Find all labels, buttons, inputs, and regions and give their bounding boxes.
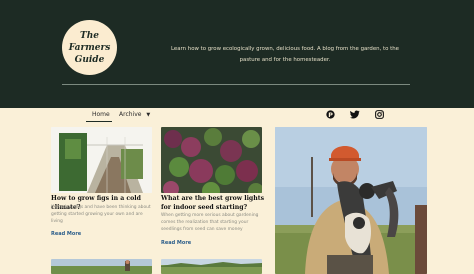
nav-archive[interactable]: Archive ▼: [119, 111, 150, 118]
twitter-icon[interactable]: [350, 110, 360, 121]
svg-text:P: P: [328, 112, 333, 119]
read-more-link[interactable]: Read More: [161, 240, 191, 246]
nav-active-underline: [86, 121, 112, 122]
logo-line-1: The Farmers: [68, 30, 111, 53]
chevron-down-icon: ▼: [146, 112, 151, 118]
post-image-grow-lights[interactable]: [161, 127, 262, 193]
logo-text: The Farmers Guide: [65, 30, 115, 66]
post-excerpt: If you love figs and have been thinking …: [51, 205, 151, 224]
featured-farmer-photo[interactable]: [275, 127, 427, 274]
site-header: The Farmers Guide Learn how to grow ecol…: [0, 0, 474, 108]
post-image-figs[interactable]: [51, 127, 152, 193]
nav-archive-label: Archive: [119, 111, 142, 118]
post-image-pasture[interactable]: [161, 259, 262, 274]
header-divider: [62, 84, 410, 85]
main-nav: Home Archive ▼ P: [0, 108, 474, 124]
read-more-link[interactable]: Read More: [51, 231, 81, 237]
logo-line-2: Guide: [74, 54, 105, 65]
site-logo[interactable]: The Farmers Guide: [62, 20, 117, 75]
nav-home[interactable]: Home: [92, 111, 110, 118]
instagram-icon[interactable]: [375, 110, 384, 121]
site-tagline: Learn how to grow ecologically grown, de…: [171, 46, 399, 63]
post-excerpt: When getting more serious about gardenin…: [161, 213, 259, 232]
post-image-field[interactable]: [51, 259, 152, 274]
pinterest-icon[interactable]: P: [326, 110, 335, 121]
post-title[interactable]: What are the best grow lights for indoor…: [161, 194, 269, 212]
